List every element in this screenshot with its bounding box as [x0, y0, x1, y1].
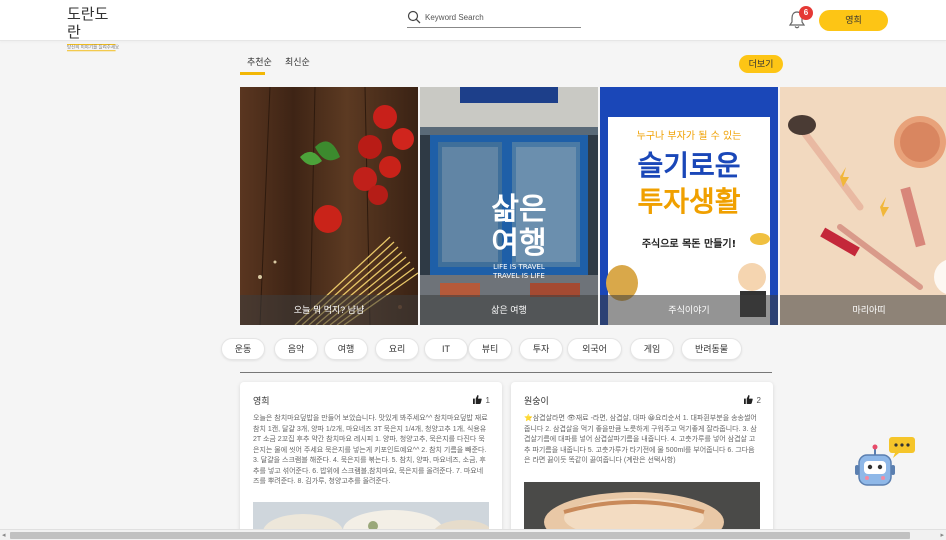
carousel-caption: 마리아띠	[780, 295, 946, 325]
logo-subtitle: 당신의 이야기를 들려주세요	[67, 44, 120, 52]
logo-text: 도란도란	[67, 5, 109, 41]
post-body: 오늘은 참치마요덮밥을 만들어 보았습니다. 맛있게 봐주세요^^ 참치마요덮밥…	[253, 415, 488, 485]
section-divider	[240, 372, 772, 373]
carousel-caption: 삶은 여행	[420, 295, 598, 325]
category-chip-travel[interactable]: 여행	[324, 338, 368, 360]
like-count[interactable]: 2	[743, 395, 761, 405]
carousel-caption: 주식이야기	[600, 295, 778, 325]
scroll-right-arrow-icon[interactable]: ▸	[940, 531, 944, 539]
search-input[interactable]	[425, 10, 575, 24]
logo[interactable]: 도란도란 당신의 이야기를 들려주세요	[67, 5, 121, 52]
carousel-card-travel[interactable]: 삶은 여행 LIFE IS TRAVEL TRAVEL IS LIFE 삶은 여…	[420, 87, 598, 325]
category-chip-music[interactable]: 음악	[274, 338, 318, 360]
post-author: 원숭이	[524, 396, 549, 406]
category-chip-exercise[interactable]: 운동	[221, 338, 265, 360]
post-author: 영희	[253, 396, 270, 406]
travel-text-line3: LIFE IS TRAVEL	[493, 263, 545, 271]
carousel-card-food[interactable]: 오늘 뭐 먹지? 냠냠	[240, 87, 418, 325]
active-tab-indicator	[240, 72, 265, 75]
like-count[interactable]: 1	[472, 395, 490, 405]
category-chip-beauty[interactable]: 뷰티	[468, 338, 512, 360]
tab-recommended[interactable]: 추천순	[247, 55, 272, 68]
carousel-card-beauty[interactable]: 마리아띠	[780, 87, 946, 325]
tab-latest[interactable]: 최신순	[285, 55, 310, 68]
thumbs-up-icon	[472, 395, 482, 404]
stocks-text-line2: 슬기로운	[637, 149, 740, 182]
search-icon[interactable]	[407, 10, 421, 24]
category-chip-it[interactable]: IT	[424, 338, 468, 360]
stocks-image: 누구나 부자가 될 수 있는 슬기로운 투자생활 주식으로 목돈 만들기!	[600, 87, 778, 325]
category-chip-game[interactable]: 게임	[630, 338, 674, 360]
travel-text-line1: 삶은	[491, 192, 546, 227]
travel-image: 삶은 여행 LIFE IS TRAVEL TRAVEL IS LIFE	[420, 87, 598, 325]
category-chip-pets[interactable]: 반려동물	[681, 338, 742, 360]
beauty-image	[780, 87, 946, 325]
notification-badge: 6	[799, 6, 813, 20]
travel-text-line2: 여행	[491, 226, 546, 261]
food-image	[240, 87, 418, 325]
scroll-left-arrow-icon[interactable]: ◂	[2, 531, 6, 539]
category-chip-language[interactable]: 외국어	[567, 338, 622, 360]
post-card[interactable]: 영희 1 오늘은 참치마요덮밥을 만들어 보았습니다. 맛있게 봐주세요^^ 참…	[240, 382, 502, 540]
topic-carousel: 오늘 뭐 먹지? 냠냠 삶은 여행 LIFE IS TRAVEL TRAVEL …	[240, 87, 946, 325]
search-bar	[407, 8, 581, 28]
stocks-text-line4: 주식으로 목돈 만들기!	[642, 237, 736, 250]
carousel-card-stocks[interactable]: 누구나 부자가 될 수 있는 슬기로운 투자생활 주식으로 목돈 만들기! 주식…	[600, 87, 778, 325]
like-count-value: 1	[485, 396, 490, 405]
category-chip-investment[interactable]: 투자	[519, 338, 563, 360]
post-body: ⭐삼겹살라면 👁재료 -라면, 삼겹살, 대파 😀요리순서 1. 대파흰부분을 …	[524, 415, 757, 464]
top-header: 도란도란 당신의 이야기를 들려주세요 6 영희	[0, 0, 946, 52]
thumbs-up-icon	[743, 395, 753, 404]
travel-text-line4: TRAVEL IS LIFE	[492, 272, 545, 280]
more-button[interactable]: 더보기	[739, 55, 783, 73]
stocks-text-line1: 누구나 부자가 될 수 있는	[637, 130, 742, 142]
stocks-text-line3: 투자생활	[637, 185, 740, 218]
category-chip-cooking[interactable]: 요리	[375, 338, 419, 360]
like-count-value: 2	[756, 396, 761, 405]
scrollbar-thumb[interactable]	[10, 532, 910, 539]
post-card[interactable]: 원숭이 2 ⭐삼겹살라면 👁재료 -라면, 삼겹살, 대파 😀요리순서 1. 대…	[511, 382, 773, 540]
user-profile-button[interactable]: 영희	[819, 10, 888, 31]
carousel-caption: 오늘 뭐 먹지? 냠냠	[240, 295, 418, 325]
horizontal-scrollbar[interactable]: ◂ ▸	[0, 529, 946, 540]
chatbot-robot-icon[interactable]	[855, 437, 917, 493]
